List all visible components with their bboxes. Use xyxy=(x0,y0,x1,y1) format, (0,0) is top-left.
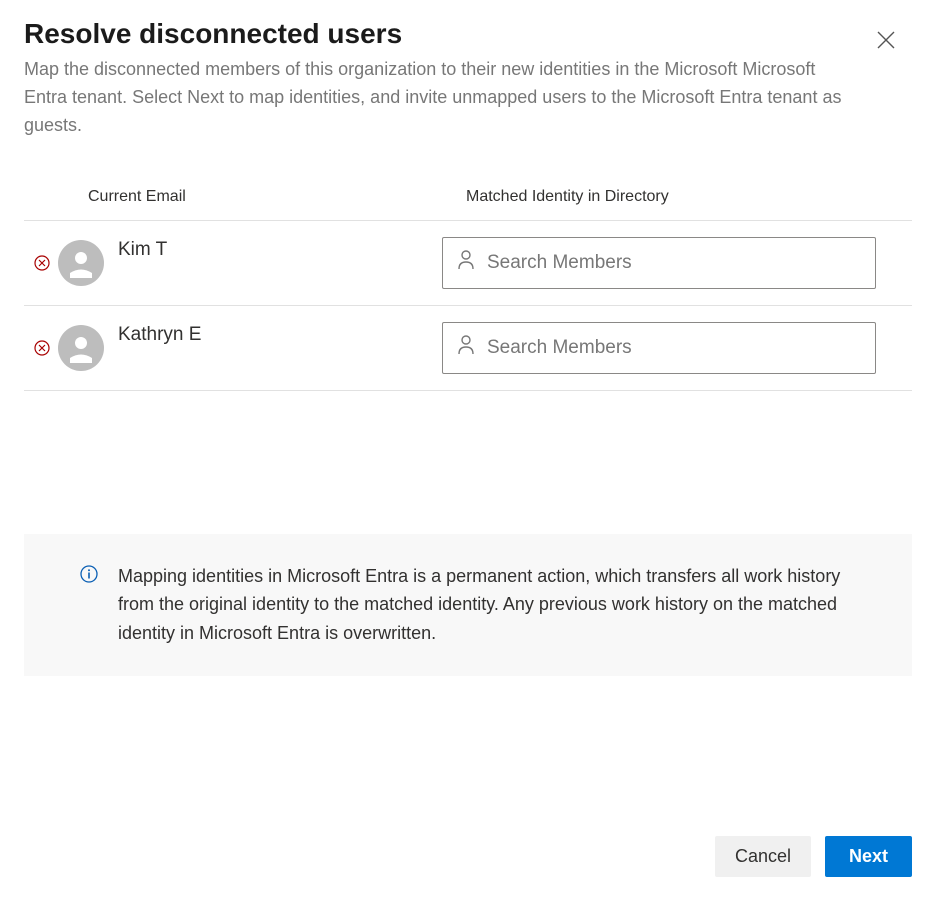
cancel-button[interactable]: Cancel xyxy=(715,836,811,877)
person-icon xyxy=(66,333,96,363)
dialog-subtitle: Map the disconnected members of this org… xyxy=(24,56,844,140)
info-text: Mapping identities in Microsoft Entra is… xyxy=(118,562,856,648)
person-search-icon xyxy=(457,335,475,360)
person-icon xyxy=(66,248,96,278)
users-scroll-area[interactable]: Current Email Matched Identity in Direct… xyxy=(0,188,936,478)
member-search-field[interactable] xyxy=(442,237,876,289)
remove-circle-icon xyxy=(34,255,50,271)
dialog-title: Resolve disconnected users xyxy=(24,18,912,50)
search-input[interactable] xyxy=(487,252,861,274)
info-banner: Mapping identities in Microsoft Entra is… xyxy=(24,534,912,676)
search-input[interactable] xyxy=(487,337,861,359)
remove-user-button[interactable] xyxy=(34,255,50,271)
dialog-footer: Cancel Next xyxy=(0,836,936,901)
member-search-field[interactable] xyxy=(442,322,876,374)
next-button[interactable]: Next xyxy=(825,836,912,877)
close-button[interactable] xyxy=(874,28,898,52)
table-row: Kathryn E xyxy=(24,306,912,391)
remove-user-button[interactable] xyxy=(34,340,50,356)
column-header-email: Current Email xyxy=(24,188,442,206)
info-icon xyxy=(80,565,98,588)
user-name: Kathryn E xyxy=(118,322,442,346)
avatar xyxy=(58,240,104,286)
table-row: Kim T xyxy=(24,221,912,306)
table-header: Current Email Matched Identity in Direct… xyxy=(24,188,912,221)
user-name: Kim T xyxy=(118,237,442,261)
person-search-icon xyxy=(457,250,475,275)
remove-circle-icon xyxy=(34,340,50,356)
column-header-matched: Matched Identity in Directory xyxy=(442,188,912,206)
close-icon xyxy=(877,31,895,49)
avatar xyxy=(58,325,104,371)
